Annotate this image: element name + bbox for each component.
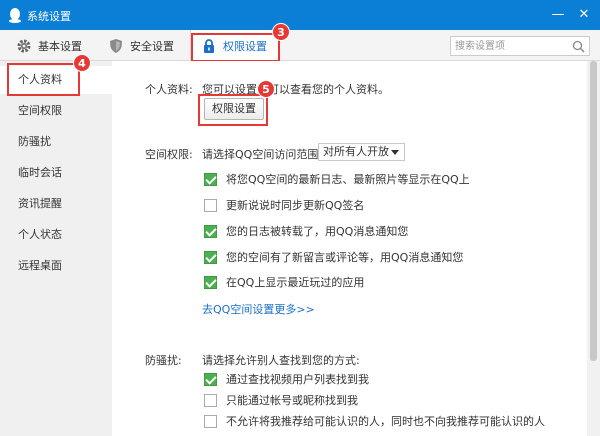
checkbox-label: 不允许将我推荐给可能认识的人，同时也不向我推荐可能认识的人 [226, 415, 545, 428]
annotation-badge-4: 4 [73, 54, 91, 72]
checkbox-label: 只能通过帐号或昵称找到我 [226, 394, 358, 407]
qq-penguin-icon [9, 8, 21, 23]
search-icon[interactable] [572, 40, 585, 53]
close-button[interactable]: ✕ [574, 5, 594, 25]
sidebar-item-remote-desktop[interactable]: 远程桌面 [0, 252, 112, 280]
antiharass-option-row[interactable]: 不允许将我推荐给可能认识的人，同时也不向我推荐可能认识的人 [204, 413, 545, 429]
profile-section-label: 个人资料: [145, 83, 193, 96]
search-input[interactable] [455, 39, 565, 53]
scrollbar-thumb[interactable] [590, 61, 597, 361]
tab-basic-settings[interactable]: 基本设置 [16, 30, 82, 61]
space-option-row[interactable]: 您的日志被转载了，用QQ消息通知您 [204, 223, 408, 239]
checkbox-label: 在QQ上显示最近玩过的应用 [226, 276, 365, 289]
chevron-down-icon [391, 150, 399, 155]
antiharass-option-row[interactable]: 只能通过帐号或昵称找到我 [204, 392, 358, 408]
checkbox-label: 您的空间有了新留言或评论等，用QQ消息通知您 [226, 251, 464, 264]
checkbox-checked[interactable] [204, 224, 217, 238]
qzone-more-settings-link[interactable]: 去QQ空间设置更多>> [202, 301, 315, 317]
tab-bar: 基本设置 安全设置 权限设置 [0, 30, 600, 62]
shield-icon [110, 38, 122, 53]
settings-content: 个人资料: 您可以设置谁可以查看您的个人资料。 权限设置 空间权限: 请选择QQ… [112, 61, 587, 436]
window-title: 系统设置 [27, 10, 71, 23]
minimize-button[interactable]: — [548, 5, 568, 25]
sidebar: 个人资料 空间权限 防骚扰 临时会话 资讯提醒 个人状态 远程桌面 [0, 61, 112, 436]
space-access-dropdown[interactable]: 对所有人开放 [318, 143, 405, 161]
checkbox-checked[interactable] [204, 372, 217, 386]
title-bar: 系统设置 — ✕ [0, 0, 600, 30]
space-option-row[interactable]: 在QQ上显示最近玩过的应用 [204, 274, 364, 290]
space-section-label: 空间权限: [145, 148, 193, 161]
dropdown-selected-value: 对所有人开放 [323, 145, 389, 158]
checkbox-label: 更新说说时同步更新QQ签名 [226, 199, 365, 212]
tab-label: 安全设置 [130, 39, 174, 53]
checkbox-unchecked[interactable] [204, 198, 217, 212]
sidebar-item-space-permission[interactable]: 空间权限 [0, 97, 112, 125]
sidebar-item-personal-status[interactable]: 个人状态 [0, 221, 112, 249]
annotation-box-tab [191, 33, 280, 62]
sidebar-item-news-reminder[interactable]: 资讯提醒 [0, 190, 112, 218]
checkbox-label: 通过查找视频用户列表找到我 [226, 373, 369, 386]
annotation-badge-3: 3 [272, 23, 290, 41]
sidebar-item-temp-session[interactable]: 临时会话 [0, 159, 112, 187]
space-option-row[interactable]: 将您QQ空间的最新日志、最新照片等显示在QQ上 [204, 171, 470, 187]
antiharass-section-label: 防骚扰: [145, 354, 182, 367]
antiharass-prompt: 请选择允许别人查找到您的方式: [202, 354, 360, 367]
vertical-scrollbar[interactable] [587, 61, 600, 436]
gear-icon [17, 39, 31, 52]
checkbox-unchecked[interactable] [204, 393, 217, 407]
checkbox-label: 将您QQ空间的最新日志、最新照片等显示在QQ上 [226, 173, 470, 186]
annotation-box-button [198, 94, 268, 126]
checkbox-checked[interactable] [204, 275, 217, 289]
space-option-row[interactable]: 更新说说时同步更新QQ签名 [204, 197, 364, 213]
space-access-prompt: 请选择QQ空间访问范围: [202, 148, 323, 161]
annotation-badge-5: 5 [257, 80, 275, 98]
annotation-box-sidebar [7, 63, 80, 96]
search-box[interactable] [450, 36, 590, 56]
tab-security-settings[interactable]: 安全设置 [108, 30, 174, 61]
antiharass-option-row[interactable]: 通过查找视频用户列表找到我 [204, 371, 369, 387]
checkbox-checked[interactable] [204, 250, 217, 264]
space-option-row[interactable]: 您的空间有了新留言或评论等，用QQ消息通知您 [204, 249, 463, 265]
checkbox-checked[interactable] [204, 172, 217, 186]
checkbox-label: 您的日志被转载了，用QQ消息通知您 [226, 225, 409, 238]
tab-label: 基本设置 [38, 39, 82, 53]
checkbox-unchecked[interactable] [204, 414, 217, 428]
sidebar-item-anti-harassment[interactable]: 防骚扰 [0, 128, 112, 156]
